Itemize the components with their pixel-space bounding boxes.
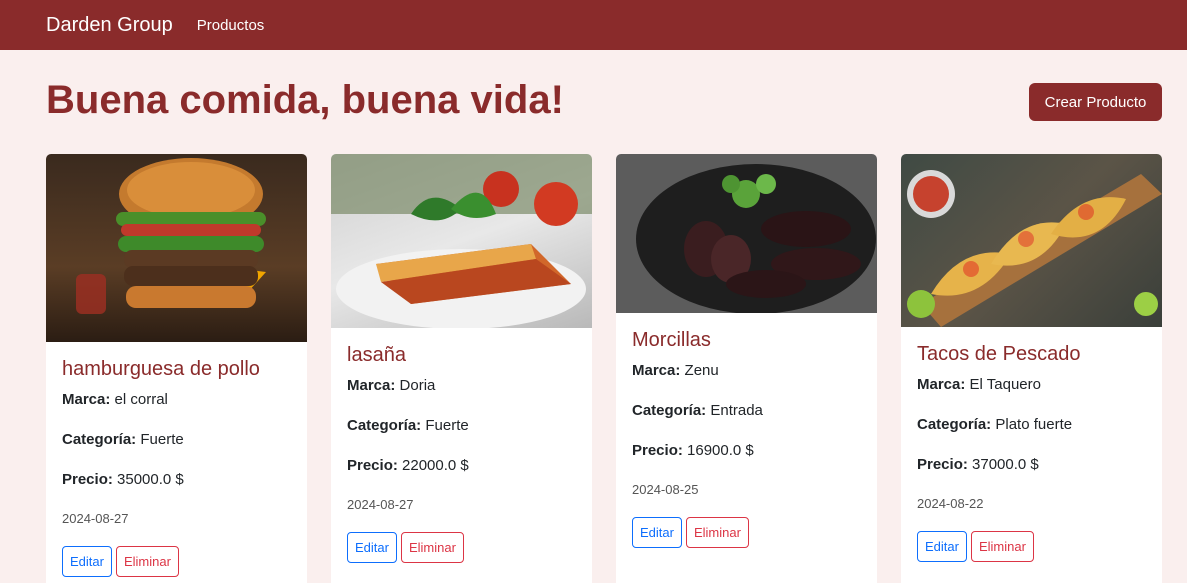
product-category: Categoría: Fuerte [347, 417, 576, 435]
category-value: Fuerte [140, 431, 184, 448]
edit-button[interactable]: Editar [917, 531, 967, 562]
product-price: Precio: 22000.0 $ [347, 457, 576, 475]
product-card: Morcillas Marca: Zenu Categoría: Entrada… [616, 154, 877, 583]
brand-label: Marca: [917, 376, 966, 393]
navbar-brand[interactable]: Darden Group [46, 14, 173, 37]
brand-label: Marca: [632, 362, 681, 379]
product-image [901, 154, 1162, 327]
morcillas-illustration [636, 164, 876, 313]
product-name: lasaña [347, 344, 406, 366]
product-image [616, 154, 877, 313]
product-brand: Marca: Zenu [632, 362, 861, 380]
category-label: Categoría: [347, 417, 422, 434]
product-name: hamburguesa de pollo [62, 358, 260, 380]
product-price: Precio: 16900.0 $ [632, 442, 861, 460]
brand-value: el corral [114, 391, 168, 408]
edit-button[interactable]: Editar [632, 517, 682, 548]
product-card: Tacos de Pescado Marca: El Taquero Categ… [901, 154, 1162, 583]
product-category: Categoría: Fuerte [62, 431, 291, 449]
brand-value: Zenu [684, 362, 719, 379]
category-label: Categoría: [62, 431, 137, 448]
product-date: 2024-08-27 [347, 497, 414, 512]
price-value: 35000.0 $ [117, 471, 184, 488]
price-label: Precio: [632, 442, 683, 459]
category-value: Entrada [710, 402, 763, 419]
product-date: 2024-08-25 [632, 482, 699, 497]
product-price: Precio: 37000.0 $ [917, 456, 1146, 474]
product-image [46, 154, 307, 342]
price-value: 16900.0 $ [687, 442, 754, 459]
nav-link-productos[interactable]: Productos [197, 17, 265, 34]
create-product-button[interactable]: Crear Producto [1029, 83, 1162, 121]
product-card: hamburguesa de pollo Marca: el corral Ca… [46, 154, 307, 583]
price-label: Precio: [917, 456, 968, 473]
page-header: Buena comida, buena vida! Crear Producto [0, 50, 1187, 154]
price-value: 22000.0 $ [402, 457, 469, 474]
category-value: Fuerte [425, 417, 469, 434]
product-date: 2024-08-27 [62, 511, 129, 526]
brand-label: Marca: [347, 377, 396, 394]
price-value: 37000.0 $ [972, 456, 1039, 473]
delete-button[interactable]: Eliminar [685, 517, 749, 548]
product-brand: Marca: Doria [347, 377, 576, 395]
category-value: Plato fuerte [995, 416, 1073, 433]
tacos-illustration [907, 170, 1162, 327]
lasagna-illustration [331, 154, 592, 328]
brand-value: Doria [399, 377, 436, 394]
price-label: Precio: [347, 457, 398, 474]
price-label: Precio: [62, 471, 113, 488]
delete-button[interactable]: Eliminar [970, 531, 1034, 562]
product-date: 2024-08-22 [917, 496, 984, 511]
brand-label: Marca: [62, 391, 111, 408]
product-brand: Marca: El Taquero [917, 376, 1146, 394]
page-title: Buena comida, buena vida! [46, 78, 564, 122]
navbar: Darden Group Productos [0, 0, 1187, 50]
product-card: lasaña Marca: Doria Categoría: Fuerte Pr… [331, 154, 592, 583]
category-label: Categoría: [917, 416, 992, 433]
delete-button[interactable]: Eliminar [400, 532, 464, 563]
product-name: Morcillas [632, 329, 711, 351]
brand-value: El Taquero [969, 376, 1041, 393]
product-brand: Marca: el corral [62, 391, 291, 409]
edit-button[interactable]: Editar [62, 546, 112, 577]
product-category: Categoría: Entrada [632, 402, 861, 420]
edit-button[interactable]: Editar [347, 532, 397, 563]
product-price: Precio: 35000.0 $ [62, 471, 291, 489]
delete-button[interactable]: Eliminar [115, 546, 179, 577]
product-image [331, 154, 592, 328]
product-category: Categoría: Plato fuerte [917, 416, 1146, 434]
category-label: Categoría: [632, 402, 707, 419]
product-name: Tacos de Pescado [917, 343, 1081, 365]
burger-illustration [76, 158, 266, 314]
